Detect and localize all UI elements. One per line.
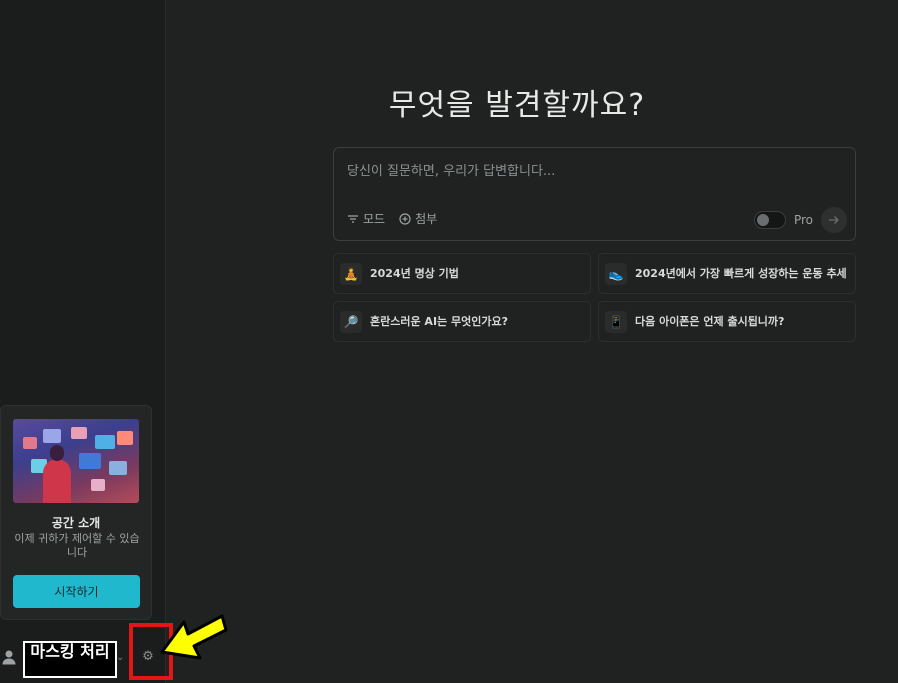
suggestion-text: 다음 아이폰은 언제 출시됩니까? xyxy=(635,315,785,328)
chevron-down-icon[interactable]: ⌄ xyxy=(116,652,124,663)
ask-input[interactable] xyxy=(347,164,837,179)
suggestion-grid: 🧘 2024년 명상 기법 👟 2024년에서 가장 빠르게 성장하는 운동 추… xyxy=(333,253,856,342)
gear-icon[interactable]: ⚙ xyxy=(140,649,156,665)
plus-circle-icon xyxy=(399,212,411,225)
masked-username: 마스킹 처리 xyxy=(23,641,117,678)
phone-icon: 📱 xyxy=(605,310,627,333)
filter-icon xyxy=(348,214,358,223)
toggle-knob xyxy=(756,214,769,226)
attach-label: 첨부 xyxy=(415,212,438,226)
suggestion-card[interactable]: 🧘 2024년 명상 기법 xyxy=(333,253,591,294)
ask-box[interactable]: 모드 첨부 Pro xyxy=(333,147,856,241)
pro-controls: Pro xyxy=(753,207,847,233)
suggestion-card[interactable]: 🔎 혼란스러운 AI는 무엇인가요? xyxy=(333,301,591,342)
promo-subtitle: 이제 귀하가 제어할 수 있습니다 xyxy=(14,532,140,559)
get-started-button[interactable]: 시작하기 xyxy=(13,575,140,608)
magnifier-icon: 🔎 xyxy=(340,310,362,333)
user-icon xyxy=(2,650,16,665)
promo-illustration xyxy=(13,419,139,503)
pro-label: Pro xyxy=(793,213,813,227)
send-button[interactable] xyxy=(821,207,847,233)
attach-button[interactable]: 첨부 xyxy=(399,210,437,227)
suggestion-text: 혼란스러운 AI는 무엇인가요? xyxy=(370,315,508,328)
pro-toggle[interactable] xyxy=(753,211,786,229)
ask-toolbar: 모드 첨부 xyxy=(347,210,437,227)
mode-label: 모드 xyxy=(363,212,386,226)
pointer-arrow-icon xyxy=(160,614,228,660)
suggestion-text: 2024년에서 가장 빠르게 성장하는 운동 추세 xyxy=(635,267,847,280)
promo-title: 공간 소개 xyxy=(51,516,101,530)
meditation-icon: 🧘 xyxy=(340,262,362,285)
mode-button[interactable]: 모드 xyxy=(347,210,385,227)
spaces-promo-card: 공간 소개 이제 귀하가 제어할 수 있습니다 시작하기 xyxy=(0,405,152,620)
suggestion-text: 2024년 명상 기법 xyxy=(370,267,459,280)
shoe-icon: 👟 xyxy=(605,262,627,285)
page-title: 무엇을 발견할까요? xyxy=(388,88,646,123)
suggestion-card[interactable]: 📱 다음 아이폰은 언제 출시됩니까? xyxy=(598,301,856,342)
arrow-right-icon xyxy=(829,216,839,224)
suggestion-card[interactable]: 👟 2024년에서 가장 빠르게 성장하는 운동 추세 xyxy=(598,253,856,294)
